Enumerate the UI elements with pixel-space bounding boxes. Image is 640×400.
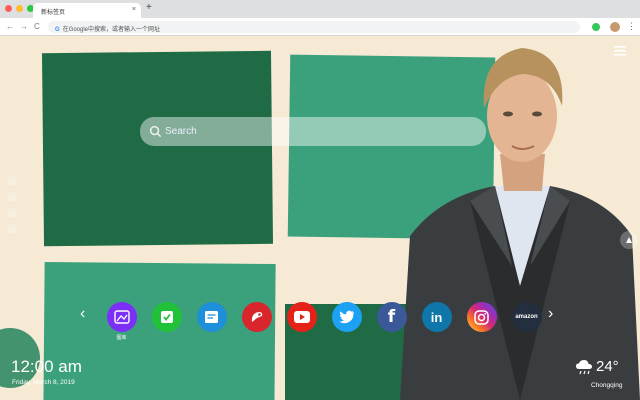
search-icon	[149, 125, 162, 138]
app-tasks[interactable]	[144, 302, 189, 340]
browser-menu-icon[interactable]: ⋮	[627, 21, 636, 31]
address-bar[interactable]: G 在Google中搜索，或者输入一个网址	[48, 21, 580, 33]
app-twitter[interactable]	[324, 302, 369, 340]
check-icon	[151, 302, 182, 332]
app-notes[interactable]	[189, 302, 234, 340]
game-icon	[241, 302, 272, 332]
app-instagram[interactable]	[459, 302, 504, 340]
tab-strip: 新标签页 × +	[0, 0, 640, 18]
search-box[interactable]	[140, 117, 486, 146]
browser-toolbar: ← → C G 在Google中搜索，或者输入一个网址 ⋮	[0, 18, 640, 36]
address-bar-placeholder: 在Google中搜索，或者输入一个网址	[62, 27, 161, 33]
tab-new-tab[interactable]: 新标签页 ×	[33, 3, 141, 18]
side-link-icon[interactable]	[7, 192, 17, 202]
image-icon	[106, 302, 137, 332]
tab-title: 新标签页	[41, 10, 66, 16]
instagram-icon	[466, 302, 497, 332]
side-link-icon[interactable]	[7, 224, 17, 234]
tab-close-icon[interactable]: ×	[132, 6, 136, 13]
note-icon	[196, 302, 227, 332]
close-window-button[interactable]	[5, 5, 12, 12]
google-icon: G	[55, 27, 60, 33]
weather-widget[interactable]: 24°	[575, 358, 619, 375]
app-gallery[interactable]: 图库	[99, 302, 144, 341]
app-shortcuts: 图库 f in amazon	[99, 302, 549, 341]
window-controls	[5, 5, 34, 12]
weather-city: Chongqing	[591, 382, 623, 389]
app-facebook[interactable]: f	[369, 302, 414, 340]
carousel-prev-icon[interactable]: ‹	[80, 306, 85, 322]
background-panel	[41, 50, 274, 247]
extension-icon[interactable]	[592, 23, 600, 31]
search-input[interactable]	[165, 117, 465, 146]
reload-button[interactable]: C	[34, 22, 40, 31]
cloud-rain-icon	[576, 359, 592, 374]
app-amazon[interactable]: amazon	[504, 302, 549, 340]
amazon-icon: amazon	[511, 302, 542, 332]
wallpaper-person	[400, 48, 640, 400]
facebook-icon: f	[376, 302, 407, 332]
user-icon[interactable]	[620, 231, 638, 249]
minimize-window-button[interactable]	[16, 5, 23, 12]
profile-avatar[interactable]	[610, 22, 620, 32]
side-link-icon[interactable]	[7, 176, 17, 186]
linkedin-icon: in	[421, 302, 452, 332]
side-link-icon[interactable]	[7, 208, 17, 218]
app-game[interactable]	[234, 302, 279, 340]
new-tab-page: ‹ › 图库	[0, 36, 640, 400]
app-linkedin[interactable]: in	[414, 302, 459, 340]
hamburger-menu-icon[interactable]	[614, 46, 626, 56]
side-social-links	[7, 176, 17, 234]
new-tab-button[interactable]: +	[146, 3, 152, 13]
weather-temperature: 24°	[596, 358, 619, 375]
clock-time: 12:00 am	[11, 357, 82, 376]
clock-date: Friday, March 8, 2019	[12, 379, 75, 386]
app-label: 图库	[116, 335, 127, 341]
twitter-icon	[331, 302, 362, 332]
forward-button[interactable]: →	[20, 22, 28, 31]
app-youtube[interactable]	[279, 302, 324, 340]
back-button[interactable]: ←	[6, 22, 14, 31]
youtube-icon	[286, 302, 317, 332]
